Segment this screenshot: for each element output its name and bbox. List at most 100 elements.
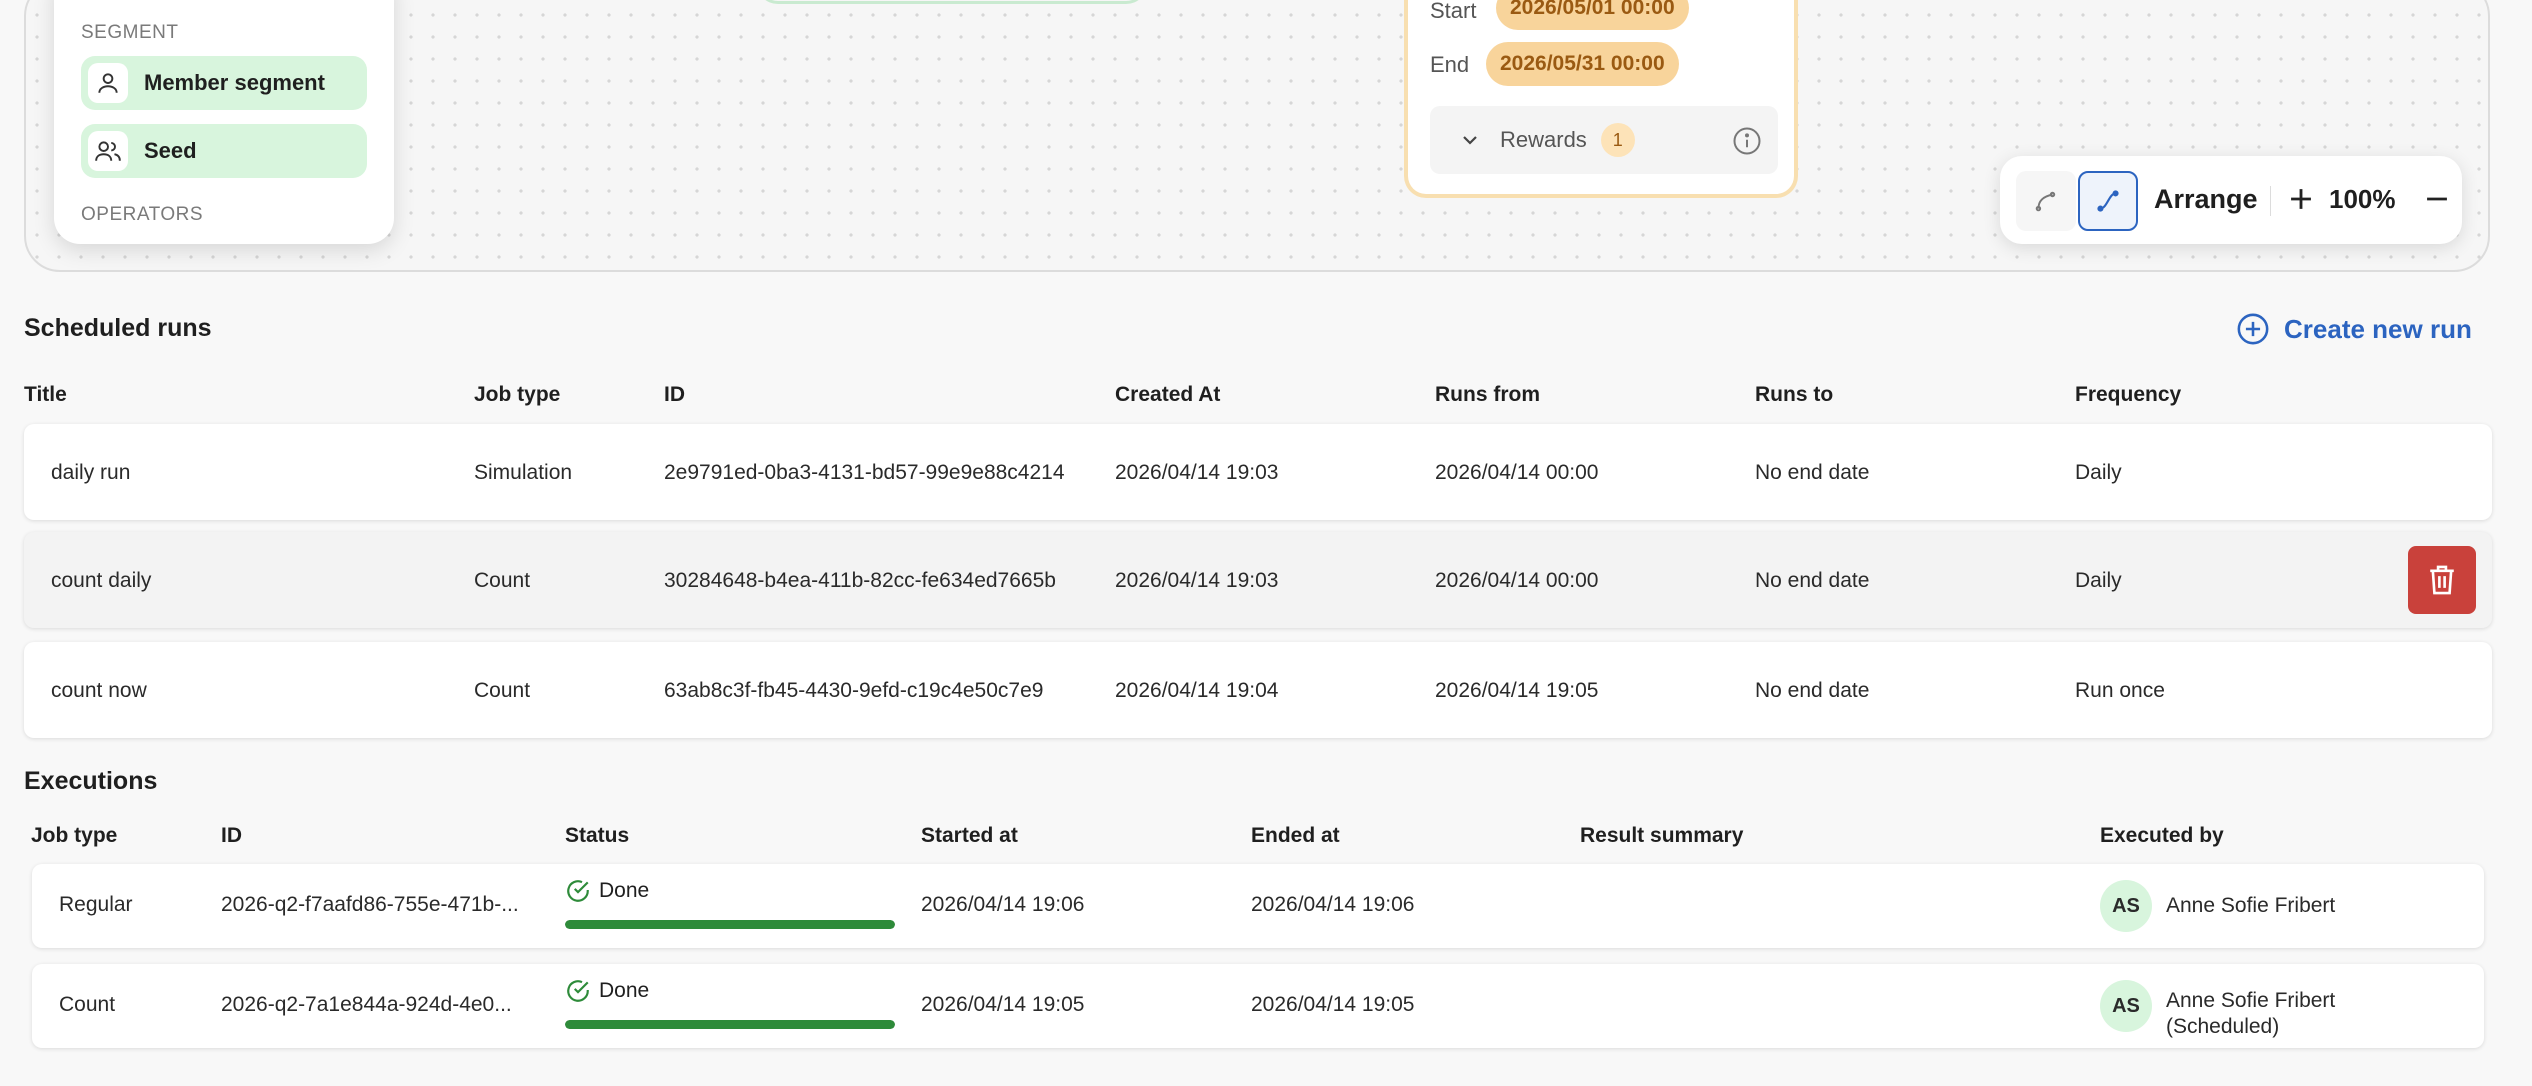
end-label: End: [1430, 52, 1470, 77]
column-header-frequency: Frequency: [2075, 383, 2182, 406]
rewards-toggle[interactable]: Rewards 1: [1430, 106, 1778, 174]
check-circle-icon: [567, 980, 589, 1002]
arrange-button[interactable]: Arrange: [2154, 184, 2258, 215]
node-palette: SEGMENT Member segment Seed OPERATORS: [54, 0, 394, 244]
zoom-in-icon[interactable]: [2284, 182, 2318, 216]
palette-item-seed[interactable]: Seed: [81, 124, 367, 178]
run-frequency: Run once: [2075, 679, 2165, 702]
create-new-run-button[interactable]: Create new run: [2236, 312, 2472, 346]
palette-item-member-segment[interactable]: Member segment: [81, 56, 367, 110]
avatar: AS: [2100, 880, 2152, 932]
column-header-executed-by: Executed by: [2100, 824, 2224, 847]
curve-connector-button[interactable]: [2016, 171, 2076, 231]
run-runs-to: No end date: [1755, 569, 1870, 592]
status-label: Done: [599, 879, 650, 902]
executed-by-name: Anne Sofie Fribert: [2166, 989, 2336, 1012]
person-icon: [88, 63, 128, 103]
run-job-type: Simulation: [474, 461, 573, 484]
exec-id: 2026-q2-f7aafd86-755e-471b-...: [221, 893, 519, 916]
segment-section-label: SEGMENT: [81, 22, 179, 43]
zoom-level: 100%: [2329, 184, 2396, 214]
zoom-out-icon[interactable]: [2420, 182, 2454, 216]
progress-bar: [565, 1020, 895, 1029]
run-job-type: Count: [474, 569, 531, 592]
status-badge: Done: [565, 878, 649, 904]
executions-title: Executions: [24, 767, 158, 795]
column-header-runs-to: Runs to: [1755, 383, 1834, 406]
run-runs-to: No end date: [1755, 679, 1870, 702]
flow-node-partial[interactable]: [756, 0, 1148, 4]
scheduled-run-row[interactable]: count daily Count 30284648-b4ea-411b-82c…: [24, 532, 2492, 628]
avatar: AS: [2100, 980, 2152, 1032]
campaign-node-card[interactable]: Start 2026/05/01 00:00 End 2026/05/31 00…: [1404, 0, 1798, 198]
people-icon: [88, 131, 128, 171]
column-header-id: ID: [664, 383, 685, 406]
run-runs-from: 2026/04/14 00:00: [1435, 569, 1599, 592]
column-header-started-at: Started at: [921, 824, 1018, 847]
end-date-chip: 2026/05/31 00:00: [1486, 42, 1679, 86]
connector-smooth-icon: [2097, 190, 2119, 212]
exec-job-type: Count: [59, 993, 116, 1016]
run-job-type: Count: [474, 679, 531, 702]
check-circle-icon: [567, 880, 589, 902]
column-header-job-type: Job type: [474, 383, 561, 406]
add-circle-icon: [2237, 313, 2269, 345]
scheduled-runs-title: Scheduled runs: [24, 314, 212, 342]
chevron-down-icon: [1463, 136, 1477, 145]
execution-row[interactable]: Count 2026-q2-7a1e844a-924d-4e0... Done …: [32, 964, 2484, 1048]
run-title: count now: [51, 679, 147, 702]
run-created-at: 2026/04/14 19:03: [1115, 569, 1279, 592]
palette-item-label: Member segment: [144, 70, 325, 95]
start-date-chip: 2026/05/01 00:00: [1496, 0, 1689, 30]
toolbar-divider: [2270, 186, 2271, 216]
exec-job-type: Regular: [59, 893, 133, 916]
delete-run-button[interactable]: [2408, 546, 2476, 614]
column-header-result-summary: Result summary: [1580, 824, 1744, 847]
rewards-count-badge: 1: [1600, 123, 1635, 157]
palette-item-label: Seed: [144, 138, 197, 163]
run-id: 2e9791ed-0ba3-4131-bd57-99e9e88c4214: [664, 461, 1065, 484]
exec-executed-by: Anne Sofie Fribert: [2166, 893, 2335, 919]
progress-bar: [565, 920, 895, 929]
status-label: Done: [599, 979, 650, 1002]
run-runs-to: No end date: [1755, 461, 1870, 484]
run-id: 30284648-b4ea-411b-82cc-fe634ed7665b: [664, 569, 1056, 592]
column-header-title: Title: [24, 383, 67, 406]
smooth-connector-button[interactable]: [2078, 171, 2138, 231]
column-header-created-at: Created At: [1115, 383, 1221, 406]
column-header-ended-at: Ended at: [1251, 824, 1340, 847]
execution-row[interactable]: Regular 2026-q2-f7aafd86-755e-471b-... D…: [32, 864, 2484, 948]
scheduled-run-row[interactable]: count now Count 63ab8c3f-fb45-4430-9efd-…: [24, 642, 2492, 738]
run-runs-from: 2026/04/14 00:00: [1435, 461, 1599, 484]
run-title: count daily: [51, 569, 152, 592]
column-header-status: Status: [565, 824, 630, 847]
run-id: 63ab8c3f-fb45-4430-9efd-c19c4e50c7e9: [664, 679, 1044, 702]
run-frequency: Daily: [2075, 461, 2122, 484]
exec-id: 2026-q2-7a1e844a-924d-4e0...: [221, 993, 512, 1016]
connector-curve-icon: [2035, 191, 2056, 212]
canvas-toolbar: Arrange 100%: [2000, 156, 2462, 244]
exec-ended-at: 2026/04/14 19:05: [1251, 993, 1415, 1016]
info-icon[interactable]: [1732, 126, 1762, 156]
executed-by-name: Anne Sofie Fribert: [2166, 894, 2336, 917]
column-header-runs-from: Runs from: [1435, 383, 1540, 406]
executed-by-note: (Scheduled): [2166, 1015, 2280, 1038]
trash-icon: [2430, 565, 2454, 595]
create-new-run-label: Create new run: [2284, 313, 2472, 344]
exec-executed-by: Anne Sofie Fribert (Scheduled): [2166, 988, 2335, 1040]
run-runs-from: 2026/04/14 19:05: [1435, 679, 1599, 702]
exec-ended-at: 2026/04/14 19:06: [1251, 893, 1415, 916]
run-created-at: 2026/04/14 19:04: [1115, 679, 1279, 702]
column-header-job-type: Job type: [31, 824, 118, 847]
scheduled-run-row[interactable]: daily run Simulation 2e9791ed-0ba3-4131-…: [24, 424, 2492, 520]
column-header-id: ID: [221, 824, 242, 847]
status-badge: Done: [565, 978, 649, 1004]
run-title: daily run: [51, 461, 131, 484]
start-label: Start: [1430, 0, 1477, 23]
run-frequency: Daily: [2075, 569, 2122, 592]
operators-section-label: OPERATORS: [81, 204, 204, 225]
exec-started-at: 2026/04/14 19:05: [921, 993, 1085, 1016]
exec-started-at: 2026/04/14 19:06: [921, 893, 1085, 916]
rewards-label: Rewards: [1500, 127, 1587, 152]
run-created-at: 2026/04/14 19:03: [1115, 461, 1279, 484]
